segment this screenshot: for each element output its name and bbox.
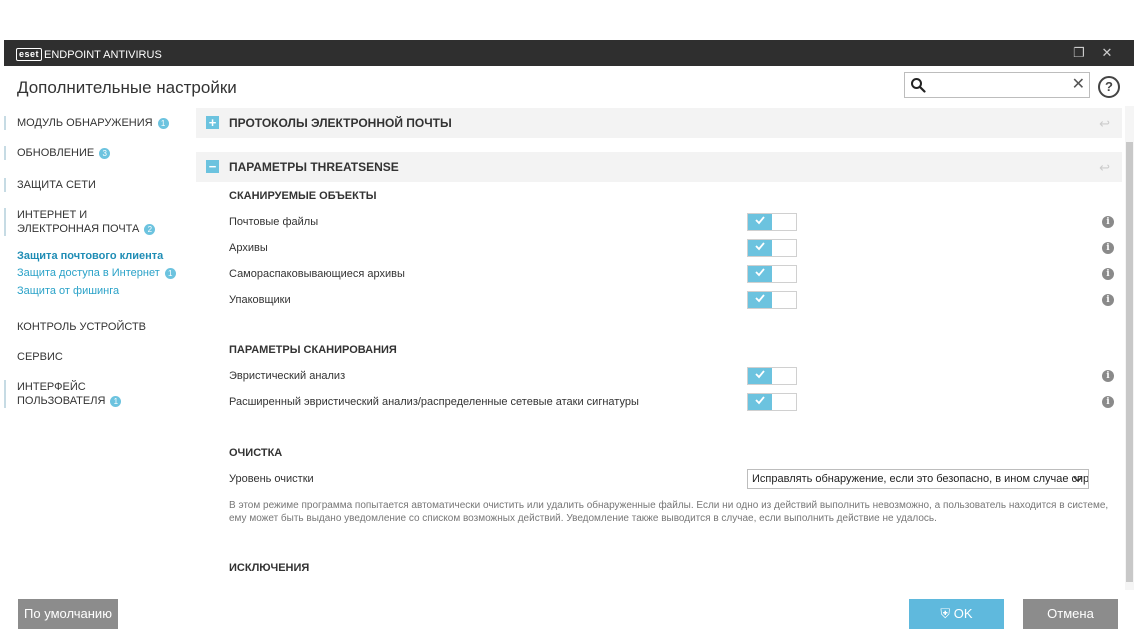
default-button[interactable]: По умолчанию bbox=[18, 599, 118, 629]
sidebar-subitem-web-access[interactable]: Защита доступа в Интернет 1 bbox=[17, 266, 176, 280]
eset-logo: eset ENDPOINT ANTIVIRUS bbox=[16, 46, 162, 62]
sidebar-item-label: ОБНОВЛЕНИЕ bbox=[17, 147, 95, 159]
chevron-down-icon bbox=[1073, 476, 1083, 483]
expand-icon[interactable]: + bbox=[206, 116, 219, 129]
info-icon[interactable]: i bbox=[1102, 268, 1114, 280]
sidebar-item-user-interface[interactable]: ИНТЕРФЕЙС ПОЛЬЗОВАТЕЛЯ 1 bbox=[4, 380, 134, 408]
check-icon bbox=[755, 216, 765, 225]
setting-label: Самораспаковывающиеся архивы bbox=[229, 268, 405, 280]
section-title: ПАРАМЕТРЫ THREATSENSE bbox=[229, 160, 399, 174]
setting-label: Уровень очистки bbox=[229, 473, 314, 485]
group-title-scan-params: ПАРАМЕТРЫ СКАНИРОВАНИЯ bbox=[229, 344, 397, 356]
check-icon bbox=[755, 396, 765, 405]
sidebar-item-label: ИНТЕРФЕЙС ПОЛЬЗОВАТЕЛЯ bbox=[17, 381, 106, 407]
toggle-on-part bbox=[748, 266, 772, 282]
toggle-archives[interactable] bbox=[747, 239, 797, 257]
sidebar-item-label: КОНТРОЛЬ УСТРОЙСТВ bbox=[17, 321, 147, 333]
cleaning-description: В этом режиме программа попытается автом… bbox=[229, 500, 1109, 524]
check-icon bbox=[755, 294, 765, 303]
check-icon bbox=[755, 268, 765, 277]
settings-content: + ПРОТОКОЛЫ ЭЛЕКТРОННОЙ ПОЧТЫ ↩ − ПАРАМЕ… bbox=[196, 106, 1122, 590]
group-title-cleaning: ОЧИСТКА bbox=[229, 447, 283, 459]
help-icon[interactable]: ? bbox=[1098, 76, 1120, 98]
info-icon[interactable]: i bbox=[1102, 396, 1114, 408]
notification-badge: 1 bbox=[110, 395, 122, 407]
section-threatsense[interactable]: − ПАРАМЕТРЫ THREATSENSE ↩ bbox=[196, 152, 1122, 182]
toggle-on-part bbox=[748, 368, 772, 384]
sidebar-item-device-control[interactable]: КОНТРОЛЬ УСТРОЙСТВ bbox=[4, 320, 190, 334]
scrollbar-thumb[interactable] bbox=[1126, 142, 1133, 582]
sidebar-item-label: ИНТЕРНЕТ И ЭЛЕКТРОННАЯ ПОЧТА bbox=[17, 209, 140, 235]
info-icon[interactable]: i bbox=[1102, 370, 1114, 382]
close-icon[interactable]: ✕ bbox=[1098, 44, 1116, 62]
reset-icon[interactable]: ↩ bbox=[1099, 160, 1110, 176]
toggle-on-part bbox=[748, 214, 772, 230]
restore-icon[interactable]: ❐ bbox=[1070, 44, 1088, 62]
sidebar-subitem-label: Защита доступа в Интернет bbox=[17, 267, 160, 279]
toggle-packers[interactable] bbox=[747, 291, 797, 309]
toggle-advanced-heuristics[interactable] bbox=[747, 393, 797, 411]
search-icon bbox=[911, 78, 926, 93]
reset-icon[interactable]: ↩ bbox=[1099, 116, 1110, 132]
section-email-protocols[interactable]: + ПРОТОКОЛЫ ЭЛЕКТРОННОЙ ПОЧТЫ ↩ bbox=[196, 108, 1122, 138]
shield-icon: ⛨ bbox=[940, 606, 951, 621]
setting-label: Архивы bbox=[229, 242, 268, 254]
check-icon bbox=[755, 242, 765, 251]
page-title: Дополнительные настройки bbox=[17, 78, 237, 97]
toggle-email-files[interactable] bbox=[747, 213, 797, 231]
search-input[interactable] bbox=[931, 75, 1067, 97]
check-icon bbox=[755, 370, 765, 379]
sidebar-item-label: СЕРВИС bbox=[17, 351, 63, 363]
search-box[interactable]: ✕ bbox=[904, 72, 1090, 98]
setting-label: Почтовые файлы bbox=[229, 216, 319, 228]
toggle-heuristics[interactable] bbox=[747, 367, 797, 385]
sidebar-subitem-email-client[interactable]: Защита почтового клиента bbox=[17, 249, 163, 263]
cleaning-level-select[interactable]: Исправлять обнаружение, если это безопас… bbox=[747, 469, 1089, 489]
ok-button[interactable]: ⛨ OK bbox=[909, 599, 1004, 629]
clear-search-icon[interactable]: ✕ bbox=[1072, 75, 1085, 95]
footer: По умолчанию ⛨ OK Отмена bbox=[4, 590, 1134, 640]
setting-label: Упаковщики bbox=[229, 294, 291, 306]
group-title-exclusions: ИСКЛЮЧЕНИЯ bbox=[229, 562, 310, 574]
sidebar-item-detection[interactable]: МОДУЛЬ ОБНАРУЖЕНИЯ 1 bbox=[4, 116, 190, 130]
sidebar-item-tools[interactable]: СЕРВИС bbox=[4, 350, 190, 364]
notification-badge: 1 bbox=[157, 117, 169, 129]
section-title: ПРОТОКОЛЫ ЭЛЕКТРОННОЙ ПОЧТЫ bbox=[229, 116, 452, 130]
title-bar: eset ENDPOINT ANTIVIRUS ❐ ✕ bbox=[4, 40, 1134, 66]
info-icon[interactable]: i bbox=[1102, 294, 1114, 306]
sidebar: МОДУЛЬ ОБНАРУЖЕНИЯ 1 ОБНОВЛЕНИЕ 3 ЗАЩИТА С… bbox=[4, 110, 194, 590]
sidebar-item-label: МОДУЛЬ ОБНАРУЖЕНИЯ bbox=[17, 117, 153, 129]
collapse-icon[interactable]: − bbox=[206, 160, 219, 173]
toggle-on-part bbox=[748, 292, 772, 308]
toggle-on-part bbox=[748, 240, 772, 256]
setting-label: Эвристический анализ bbox=[229, 370, 346, 382]
cancel-button[interactable]: Отмена bbox=[1023, 599, 1118, 629]
sidebar-item-label: ЗАЩИТА СЕТИ bbox=[17, 179, 96, 191]
notification-badge: 3 bbox=[99, 147, 111, 159]
notification-badge: 1 bbox=[164, 267, 176, 279]
sidebar-item-update[interactable]: ОБНОВЛЕНИЕ 3 bbox=[4, 146, 190, 160]
notification-badge: 2 bbox=[144, 223, 156, 235]
sidebar-subitem-antiphishing[interactable]: Защита от фишинга bbox=[17, 284, 119, 298]
toggle-on-part bbox=[748, 394, 772, 410]
logo-text: ENDPOINT ANTIVIRUS bbox=[44, 48, 162, 61]
toggle-sfx-archives[interactable] bbox=[747, 265, 797, 283]
sidebar-item-web-email[interactable]: ИНТЕРНЕТ И ЭЛЕКТРОННАЯ ПОЧТА 2 bbox=[4, 208, 164, 236]
sidebar-item-network[interactable]: ЗАЩИТА СЕТИ bbox=[4, 178, 190, 192]
scrollbar[interactable] bbox=[1125, 106, 1134, 590]
setting-label: Расширенный эвристический анализ/распред… bbox=[229, 396, 639, 408]
ok-label: OK bbox=[953, 606, 973, 621]
logo-badge: eset bbox=[16, 48, 43, 62]
app-window: eset ENDPOINT ANTIVIRUS ❐ ✕ Дополнительны… bbox=[4, 40, 1134, 640]
info-icon[interactable]: i bbox=[1102, 216, 1114, 228]
select-value: Исправлять обнаружение, если это безопас… bbox=[752, 473, 1089, 485]
group-title-scan-objects: СКАНИРУЕМЫЕ ОБЪЕКТЫ bbox=[229, 190, 377, 202]
info-icon[interactable]: i bbox=[1102, 242, 1114, 254]
